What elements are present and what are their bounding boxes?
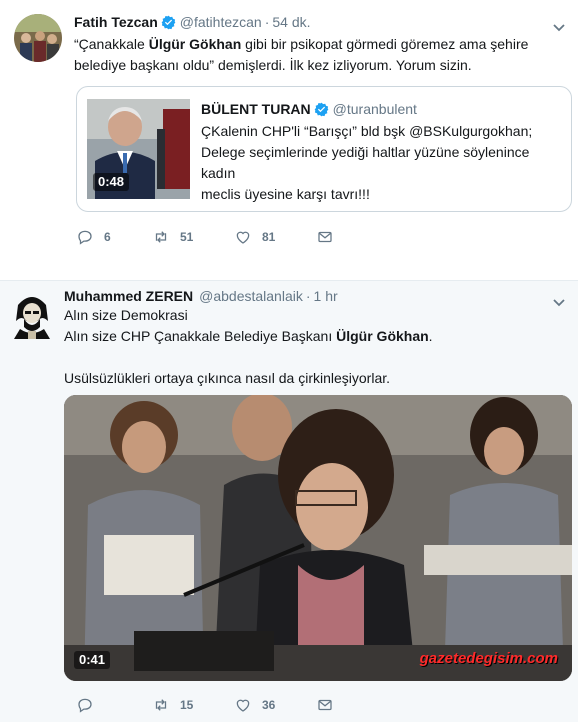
- text-segment: .: [428, 328, 433, 344]
- separator-dot: ·: [264, 14, 270, 30]
- tweet-text: “Çanakkale Ülgür Gökhan gibi bir psikopa…: [74, 34, 564, 76]
- author-name[interactable]: Muhammed ZEREN: [64, 286, 193, 306]
- text-bold-name: Ülgür Gökhan: [336, 328, 429, 344]
- chevron-down-icon[interactable]: [552, 18, 566, 32]
- retweet-count: 51: [180, 230, 194, 244]
- text-segment: “Çanakkale: [74, 36, 149, 52]
- tweet-fatih-tezcan[interactable]: Fatih Tezcan @fatihtezcan · 54 dk. “Çana…: [0, 0, 578, 258]
- timestamp[interactable]: 1 hr: [314, 286, 338, 306]
- text-line: meclis üyesine karşı tavrı!!!: [201, 186, 370, 202]
- tweet-actions: 6 51 81: [76, 227, 344, 247]
- text-segment: gibi bir psikopat görmedi göremez ama şe…: [241, 36, 529, 52]
- retweet-icon: [155, 231, 167, 243]
- reply-button[interactable]: 6: [76, 227, 152, 247]
- quoted-tweet-text: ÇKalenin CHP'li “Barışçı” bld bşk @BSKul…: [201, 121, 565, 205]
- quoted-tweet-header: BÜLENT TURAN @turanbulent: [201, 99, 417, 119]
- quoted-tweet[interactable]: 0:48 BÜLENT TURAN @turanbulent ÇKalenin …: [76, 86, 572, 212]
- author-handle[interactable]: @fatihtezcan: [180, 12, 262, 32]
- reply-button[interactable]: [76, 696, 152, 714]
- video-duration: 0:41: [74, 651, 111, 669]
- video-frame: [64, 395, 572, 681]
- quoted-author-handle[interactable]: @turanbulent: [333, 99, 417, 119]
- watermark: gazetedegisim.com: [419, 650, 558, 667]
- quoted-video-thumbnail[interactable]: 0:48: [87, 99, 190, 199]
- author-handle[interactable]: @abdestalanlaik: [199, 286, 303, 306]
- text-line: Usülsüzlükleri ortaya çıkınca nasıl da ç…: [64, 370, 391, 386]
- embedded-video[interactable]: 0:41 gazetedegisim.com: [64, 395, 572, 681]
- reply-count: 6: [104, 230, 111, 244]
- verified-icon: [314, 102, 329, 117]
- retweet-button[interactable]: 15: [152, 695, 234, 715]
- chevron-down-icon[interactable]: [552, 293, 566, 307]
- reply-icon: [78, 698, 92, 713]
- text-line: belediye başkanı oldu” demişlerdi. İlk k…: [74, 57, 472, 73]
- text-line: Alın size Demokrasi: [64, 307, 188, 323]
- tweet-text: Alın size Demokrasi Alın size CHP Çanakk…: [64, 305, 564, 389]
- like-button[interactable]: 81: [234, 227, 316, 247]
- retweet-icon: [155, 699, 167, 711]
- direct-message-button[interactable]: [316, 696, 344, 714]
- text-line: ÇKalenin CHP'li “Barışçı” bld bşk @BSKul…: [201, 123, 533, 139]
- text-bold-name: Ülgür Gökhan: [148, 36, 242, 52]
- tweet-muhammed-zeren[interactable]: Muhammed ZEREN @abdestalanlaik · 1 hr Al…: [0, 280, 578, 722]
- timestamp[interactable]: 54 dk.: [272, 12, 310, 32]
- retweet-count: 15: [180, 698, 194, 712]
- video-duration: 0:48: [93, 173, 130, 191]
- like-icon: [236, 231, 250, 244]
- quoted-author-name[interactable]: BÜLENT TURAN: [201, 99, 311, 119]
- direct-message-icon: [318, 231, 332, 243]
- retweet-button[interactable]: 51: [152, 227, 234, 247]
- like-count: 81: [262, 230, 276, 244]
- like-button[interactable]: 36: [234, 695, 316, 715]
- separator-dot: ·: [305, 288, 311, 304]
- direct-message-icon: [318, 699, 332, 711]
- text-segment: Alın size CHP Çanakkale Belediye Başkanı: [64, 328, 337, 344]
- like-count: 36: [262, 698, 276, 712]
- avatar[interactable]: [14, 14, 62, 62]
- tweet-separator: [0, 258, 578, 280]
- like-icon: [236, 699, 250, 712]
- avatar[interactable]: [8, 291, 56, 339]
- reply-icon: [78, 230, 92, 245]
- tweet-header: Muhammed ZEREN @abdestalanlaik · 1 hr: [64, 286, 338, 306]
- tweet-actions: 15 36: [76, 695, 344, 715]
- direct-message-button[interactable]: [316, 228, 344, 246]
- verified-icon: [161, 15, 176, 30]
- text-line: Delege seçimlerinde yediği haltlar yüzün…: [201, 144, 530, 181]
- author-name[interactable]: Fatih Tezcan: [74, 12, 158, 32]
- tweet-header: Fatih Tezcan @fatihtezcan · 54 dk.: [74, 12, 311, 32]
